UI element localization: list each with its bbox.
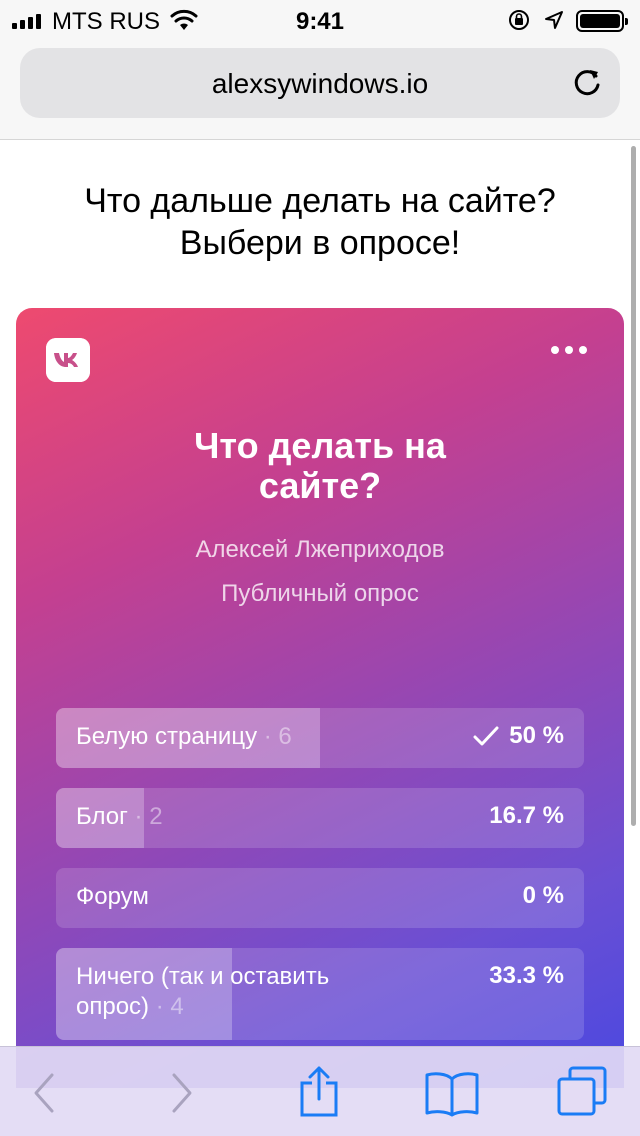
poll-type: Публичный опрос: [221, 580, 419, 607]
poll-option-text: Форум: [76, 883, 149, 910]
page-heading-line2: Выбери в опросе!: [179, 224, 461, 262]
status-bar: MTS RUS 9:41: [0, 0, 640, 40]
scrollbar[interactable]: [631, 146, 636, 826]
poll-option-percent-wrap: 16.7 %: [489, 802, 564, 830]
poll-option-percent-wrap: 0 %: [523, 882, 564, 910]
browser-toolbar: [0, 1046, 640, 1136]
page-heading-line1: Что дальше делать на сайте?: [84, 182, 556, 220]
poll-option-percent: 16.7 %: [489, 802, 564, 829]
poll-option[interactable]: Белую страницу · 6 50 %: [56, 708, 584, 768]
poll-option[interactable]: Блог · 2 16.7 %: [56, 788, 584, 848]
poll-option-label: Блог · 2: [76, 802, 396, 832]
poll-option-label: Белую страницу · 6: [76, 722, 396, 752]
poll-option-text: Белую страницу: [76, 723, 258, 750]
poll-option[interactable]: Форум 0 %: [56, 868, 584, 928]
url-field[interactable]: alexsywindows.io: [20, 48, 620, 118]
page-heading: Что дальше делать на сайте? Выбери в опр…: [0, 180, 640, 264]
poll-option-count: · 2: [134, 803, 163, 830]
poll-option-label: Форум: [76, 882, 396, 912]
poll-option-label: Ничего (так и оставить опрос) · 4: [76, 962, 376, 1022]
bookmarks-icon[interactable]: [424, 1069, 480, 1117]
vk-logo-icon[interactable]: [46, 338, 90, 382]
forward-icon[interactable]: [170, 1071, 196, 1115]
poll-option-text: Ничего (так и оставить опрос): [76, 963, 330, 1020]
reload-icon[interactable]: [570, 66, 604, 100]
browser-address-bar: alexsywindows.io: [0, 40, 640, 140]
poll-option-count: · 6: [263, 723, 292, 750]
poll-option-percent: 50 %: [509, 722, 564, 749]
back-icon[interactable]: [30, 1071, 56, 1115]
tabs-icon[interactable]: [556, 1065, 608, 1117]
check-icon: [473, 726, 499, 746]
rotation-lock-icon: [509, 10, 529, 30]
poll-option-percent: 0 %: [522, 882, 564, 909]
poll-option[interactable]: Ничего (так и оставить опрос) · 4 33.3 %: [56, 948, 584, 1040]
location-arrow-icon: [545, 11, 563, 29]
more-options-icon[interactable]: [551, 346, 587, 354]
poll-author[interactable]: Алексей Лжеприходов: [16, 536, 624, 564]
battery-icon: [576, 10, 628, 32]
poll-option-percent-wrap: 50 %: [473, 722, 564, 750]
poll-option-percent: 33.3 %: [489, 962, 564, 989]
share-icon[interactable]: [298, 1065, 340, 1117]
poll-widget: Что делать на сайте? Алексей Лжеприходов…: [16, 308, 624, 1088]
poll-option-percent-wrap: 33.3 %: [489, 962, 564, 990]
url-text[interactable]: alexsywindows.io: [20, 68, 620, 100]
poll-option-count: · 4: [155, 993, 184, 1020]
poll-title: Что делать на сайте?: [194, 425, 446, 506]
poll-option-text: Блог: [76, 803, 128, 830]
